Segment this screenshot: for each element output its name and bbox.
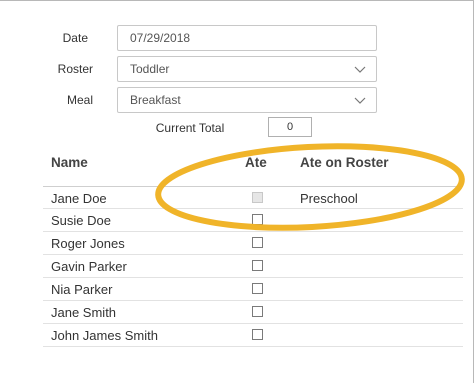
table-row: Susie Doe xyxy=(43,209,463,232)
column-header-ate-on-roster[interactable]: Ate on Roster xyxy=(300,155,389,170)
meal-label: Meal xyxy=(66,93,93,107)
chevron-down-icon xyxy=(354,97,366,104)
ate-checkbox[interactable] xyxy=(252,283,263,294)
column-header-ate[interactable]: Ate xyxy=(245,155,267,170)
ate-checkbox[interactable] xyxy=(252,260,263,271)
table-row: Jane Smith xyxy=(43,301,463,324)
roster-label: Roster xyxy=(57,62,93,76)
chevron-down-icon xyxy=(354,66,366,73)
table-row: Roger Jones xyxy=(43,232,463,255)
roster-select[interactable]: Toddler xyxy=(117,56,377,82)
row-name: Gavin Parker xyxy=(51,259,127,274)
current-total-field: 0 xyxy=(268,117,312,137)
row-name: Jane Smith xyxy=(51,305,117,320)
meal-select-value: Breakfast xyxy=(130,93,181,107)
roster-select-value: Toddler xyxy=(130,62,170,76)
table-row: Nia Parker xyxy=(43,278,463,301)
table-row: John James Smith xyxy=(43,324,463,347)
ate-checkbox[interactable] xyxy=(252,329,263,340)
ate-checkbox[interactable] xyxy=(252,237,263,248)
ate-checkbox[interactable] xyxy=(252,214,263,225)
table-row: Gavin Parker xyxy=(43,255,463,278)
meal-select[interactable]: Breakfast xyxy=(117,87,377,113)
current-total-label: Current Total xyxy=(155,121,225,135)
date-label: Date xyxy=(62,31,88,45)
row-name: Roger Jones xyxy=(51,236,125,251)
table-row: Jane Doe Preschool xyxy=(43,186,463,209)
row-name: John James Smith xyxy=(51,328,158,343)
row-name: Nia Parker xyxy=(51,282,113,297)
ate-checkbox xyxy=(252,192,263,203)
ate-checkbox[interactable] xyxy=(252,306,263,317)
date-input[interactable]: 07/29/2018 xyxy=(117,25,377,51)
row-name: Jane Doe xyxy=(51,191,107,206)
row-ate-on-roster: Preschool xyxy=(300,191,358,206)
row-name: Susie Doe xyxy=(51,213,111,228)
column-header-name[interactable]: Name xyxy=(51,155,88,170)
